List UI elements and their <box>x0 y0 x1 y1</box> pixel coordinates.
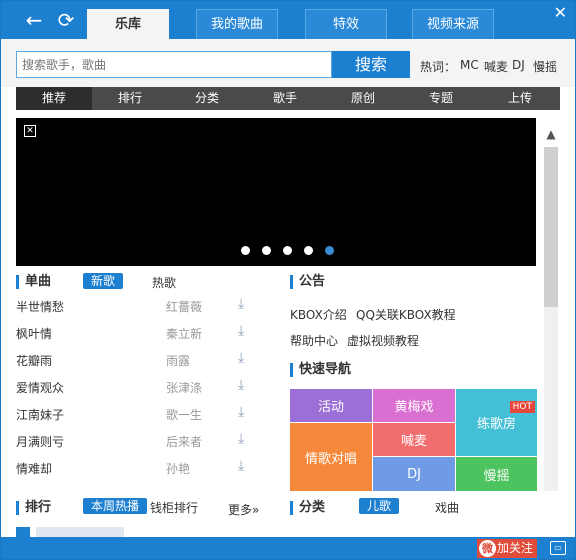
download-icon[interactable]: ⤓ <box>238 296 252 312</box>
list-item[interactable]: 月满则亏 后来者 ⤓ <box>16 431 256 453</box>
song-artist[interactable]: 后来者 <box>166 433 202 450</box>
tab-opera[interactable]: 戏曲 <box>435 499 459 516</box>
notice-link-virtual-video[interactable]: 虚拟视频教程 <box>347 332 419 349</box>
tab-cashbox-ranking[interactable]: 钱柜排行 <box>150 499 198 516</box>
carousel-dot[interactable] <box>262 246 271 255</box>
carousel-dot-active[interactable] <box>325 246 334 255</box>
nav-original[interactable]: 原创 <box>324 87 402 110</box>
tab-my-songs[interactable]: 我的歌曲 <box>196 9 278 39</box>
refresh-icon[interactable]: ⟳ <box>53 7 79 33</box>
quicknav-title: 快速导航 <box>290 363 351 377</box>
list-item[interactable]: 半世情愁 红薔薇 ⤓ <box>16 296 256 318</box>
tab-effects[interactable]: 特效 <box>305 9 387 39</box>
download-icon[interactable]: ⤓ <box>238 431 252 447</box>
download-icon[interactable]: ⤓ <box>238 323 252 339</box>
list-item[interactable]: 情难却 孙艳 ⤓ <box>16 458 256 480</box>
tile-dj[interactable]: DJ <box>373 457 455 491</box>
download-icon[interactable]: ⤓ <box>238 350 252 366</box>
song-name[interactable]: 半世情愁 <box>16 298 64 315</box>
tab-hot-songs[interactable]: 热歌 <box>152 274 176 291</box>
carousel-dot[interactable] <box>241 246 250 255</box>
hot-words-label: 热词： <box>420 60 457 74</box>
nav-singers[interactable]: 歌手 <box>246 87 324 110</box>
song-name[interactable]: 情难却 <box>16 460 52 477</box>
song-artist[interactable]: 歌一生 <box>166 406 202 423</box>
tile-slow-rock[interactable]: 慢摇 <box>456 457 537 491</box>
hot-badge: HOT <box>509 401 535 413</box>
more-link[interactable]: 更多» <box>228 501 259 518</box>
tab-new-songs[interactable]: 新歌 <box>83 273 124 289</box>
search-button[interactable]: 搜索 <box>332 51 410 78</box>
tab-video-source[interactable]: 视频来源 <box>412 9 494 39</box>
chevron-up-icon[interactable]: ▲ <box>544 127 558 141</box>
weibo-icon[interactable]: 微 <box>479 540 496 557</box>
nav-category[interactable]: 分类 <box>168 87 246 110</box>
nav-ranking[interactable]: 排行 <box>92 87 168 110</box>
back-arrow-icon[interactable]: ← <box>21 7 47 33</box>
list-item[interactable]: 爱情观众 张津涤 ⤓ <box>16 377 256 399</box>
carousel-dot[interactable] <box>283 246 292 255</box>
song-name[interactable]: 枫叶情 <box>16 325 52 342</box>
notice-link-help[interactable]: 帮助中心 <box>290 332 338 349</box>
list-item[interactable]: 枫叶情 秦立新 ⤓ <box>16 323 256 345</box>
category-title: 分类 <box>290 501 325 515</box>
download-icon[interactable]: ⤓ <box>238 458 252 474</box>
scrollbar-thumb[interactable] <box>544 147 558 307</box>
ranking-row-partial <box>36 527 124 537</box>
notice-link-qq-tutorial[interactable]: QQ关联KBOX教程 <box>356 306 456 323</box>
hot-word-link[interactable]: DJ <box>512 58 525 72</box>
song-name[interactable]: 月满则亏 <box>16 433 64 450</box>
list-item[interactable]: 江南妹子 歌一生 ⤓ <box>16 404 256 426</box>
tile-practice-room[interactable]: 练歌房 HOT <box>456 389 537 456</box>
song-name[interactable]: 江南妹子 <box>16 406 64 423</box>
list-item[interactable]: 花瓣雨 雨露 ⤓ <box>16 350 256 372</box>
song-artist[interactable]: 雨露 <box>166 352 190 369</box>
close-icon[interactable]: ✕ <box>24 125 36 137</box>
tab-children-songs[interactable]: 儿歌 <box>359 498 400 514</box>
song-name[interactable]: 花瓣雨 <box>16 352 52 369</box>
carousel-dot[interactable] <box>304 246 313 255</box>
chat-icon[interactable]: ▭ <box>550 541 566 555</box>
nav-upload[interactable]: 上传 <box>480 87 560 110</box>
song-artist[interactable]: 张津涤 <box>166 379 202 396</box>
tile-activity[interactable]: 活动 <box>290 389 372 422</box>
tab-weekly-hot[interactable]: 本周热播 <box>83 498 148 514</box>
close-icon[interactable]: ✕ <box>554 3 567 22</box>
banner-carousel[interactable]: ✕ <box>16 118 536 266</box>
download-icon[interactable]: ⤓ <box>238 377 252 393</box>
hot-word-link[interactable]: MC <box>460 58 479 72</box>
ranking-row-number <box>16 527 30 537</box>
tab-library[interactable]: 乐库 <box>87 9 169 39</box>
category-nav: 推荐 排行 分类 歌手 原创 专题 上传 <box>16 87 560 110</box>
download-icon[interactable]: ⤓ <box>238 404 252 420</box>
notice-link-kbox-intro[interactable]: KBOX介绍 <box>290 306 347 323</box>
ranking-title: 排行 <box>16 501 51 515</box>
hot-word-link[interactable]: 喊麦 <box>484 58 508 75</box>
hot-word-link[interactable]: 慢摇 <box>533 58 557 75</box>
title-bar: ← ⟳ 乐库 我的歌曲 特效 视频来源 ✕ <box>1 1 575 39</box>
nav-topics[interactable]: 专题 <box>402 87 480 110</box>
tile-duet-love-songs[interactable]: 情歌对唱 <box>290 423 372 491</box>
song-artist[interactable]: 秦立新 <box>166 325 202 342</box>
tile-huangmei-opera[interactable]: 黄梅戏 <box>373 389 455 422</box>
search-bar: 搜索 热词： MC 喊麦 DJ 慢摇 <box>1 39 575 87</box>
singles-title: 单曲 <box>16 275 51 289</box>
notice-title: 公告 <box>290 275 325 289</box>
tile-shout-mic[interactable]: 喊麦 <box>373 423 455 456</box>
nav-recommend[interactable]: 推荐 <box>16 87 92 110</box>
search-input[interactable] <box>16 51 332 78</box>
kbox-music-library-window: ← ⟳ 乐库 我的歌曲 特效 视频来源 ✕ 搜索 热词： MC 喊麦 DJ 慢摇… <box>0 0 576 560</box>
song-artist[interactable]: 红薔薇 <box>166 298 202 315</box>
tile-label: 练歌房 <box>476 417 516 432</box>
song-name[interactable]: 爱情观众 <box>16 379 64 396</box>
song-artist[interactable]: 孙艳 <box>166 460 190 477</box>
